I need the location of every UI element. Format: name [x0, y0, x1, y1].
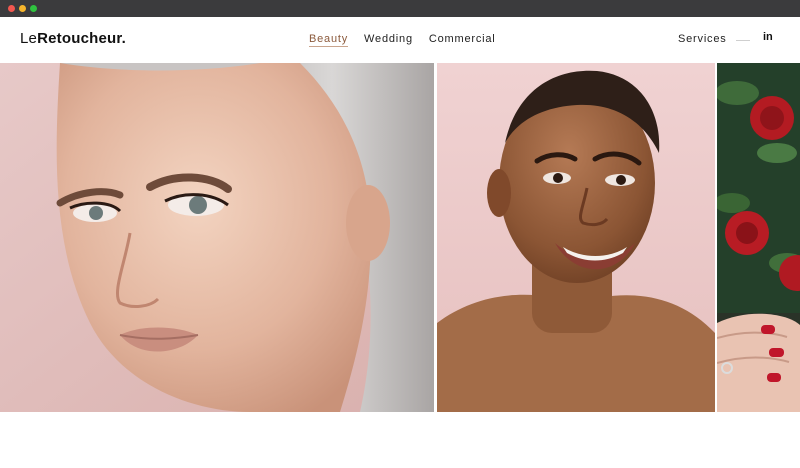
linkedin-icon[interactable]: in: [763, 31, 773, 43]
roses-image: [717, 63, 800, 412]
services-link[interactable]: Services: [678, 33, 727, 45]
portrait-smiling-image: [437, 63, 715, 412]
site-header: LeRetoucheur. Beauty Wedding Commercial …: [0, 17, 800, 63]
minimize-window-icon[interactable]: [19, 5, 26, 12]
nav-item-wedding[interactable]: Wedding: [364, 33, 413, 47]
maximize-window-icon[interactable]: [30, 5, 37, 12]
image-gallery: [0, 63, 800, 412]
gallery-image-portrait-blonde[interactable]: [0, 63, 434, 412]
site-logo[interactable]: LeRetoucheur.: [20, 30, 126, 47]
content-below-gallery: [0, 412, 800, 468]
header-divider: [736, 40, 750, 41]
main-nav: Beauty Wedding Commercial: [309, 33, 496, 47]
gallery-image-portrait-smiling[interactable]: [437, 63, 715, 412]
portrait-blonde-image: [0, 63, 434, 412]
browser-titlebar: [0, 0, 800, 17]
nav-item-beauty[interactable]: Beauty: [309, 33, 349, 47]
logo-name: Retoucheur.: [37, 30, 126, 47]
nav-item-commercial[interactable]: Commercial: [429, 33, 496, 47]
close-window-icon[interactable]: [8, 5, 15, 12]
logo-prefix: Le: [20, 30, 38, 47]
gallery-image-roses[interactable]: [717, 63, 800, 412]
